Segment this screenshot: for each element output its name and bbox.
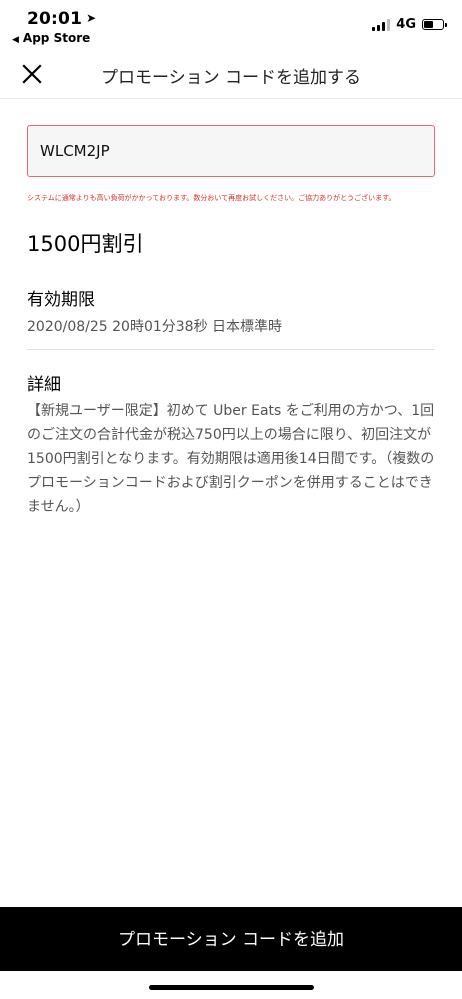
- add-promo-code-button[interactable]: プロモーション コードを追加: [0, 907, 462, 971]
- status-time: 20:01 ➤: [27, 9, 96, 29]
- back-triangle-icon: ◀: [12, 35, 19, 45]
- page-title: プロモーション コードを追加する: [100, 68, 362, 88]
- error-message: システムに通常よりも高い負荷がかかっております。数分おいて再度お試しください。ご…: [27, 194, 396, 202]
- details-description: 【新規ユーザー限定】初めて Uber Eats をご利用の方かつ、1回のご注文の…: [27, 403, 435, 515]
- signal-icon: [372, 18, 391, 31]
- home-indicator: [149, 985, 314, 990]
- status-indicators: 4G: [372, 17, 447, 32]
- network-type: 4G: [396, 17, 416, 32]
- battery-icon: [422, 19, 447, 30]
- nav-bar: プロモーション コードを追加する: [0, 50, 462, 99]
- divider: [27, 349, 435, 350]
- status-bar: 20:01 ➤ ◀ App Store 4G: [0, 0, 462, 48]
- expiry-date: 2020/08/25 20時01分38秒 日本標準時: [27, 319, 283, 335]
- back-app-label: App Store: [22, 31, 91, 45]
- promo-code-field[interactable]: [27, 125, 435, 177]
- promo-code-input[interactable]: [28, 126, 434, 176]
- discount-amount: 1500円割引: [27, 232, 144, 256]
- location-arrow-icon: ➤: [86, 11, 97, 25]
- battery-level: [424, 21, 433, 28]
- details-heading: 詳細: [27, 375, 61, 395]
- clock-text: 20:01: [27, 9, 83, 29]
- back-to-app-link[interactable]: ◀ App Store: [12, 31, 90, 45]
- expiry-heading: 有効期限: [27, 290, 95, 310]
